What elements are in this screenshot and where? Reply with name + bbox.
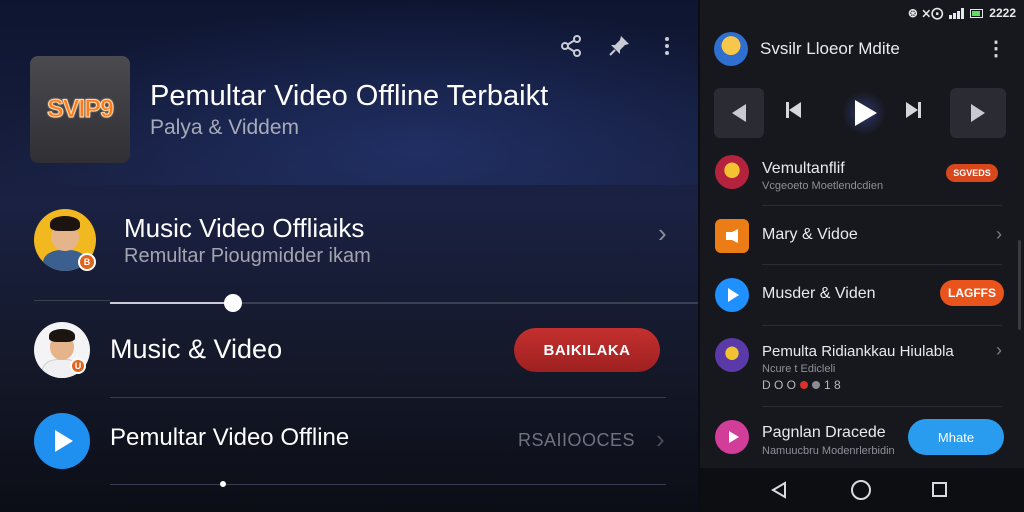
app-icon-label: SVIP9	[47, 95, 115, 124]
screen: SVIP9 Pemultar Video Offline Terbaikt Pa…	[0, 0, 1024, 512]
share-icon[interactable]	[558, 34, 584, 64]
play-button[interactable]	[842, 91, 886, 135]
row-title: Pemultar Video Offline	[110, 424, 350, 451]
progress-slider[interactable]	[110, 294, 698, 312]
meta-text: D O O	[762, 378, 797, 392]
row-title: Music & Video	[110, 334, 283, 364]
battery-icon	[970, 8, 984, 18]
list-item[interactable]: Vemultanflif Vcgeoeto Moetlendcdien SGVE…	[700, 152, 1024, 202]
scrollbar[interactable]	[1018, 240, 1021, 330]
left-panel: SVIP9 Pemultar Video Offline Terbaikt Pa…	[0, 0, 698, 512]
tag-badge[interactable]: SGVEDS	[946, 164, 998, 182]
status-dot	[800, 381, 809, 389]
more-vertical-icon[interactable]	[654, 34, 680, 64]
item-title: Pagnlan Dracede	[762, 424, 886, 441]
list-item[interactable]: B Music Video Offliaiks Remultar Piougmi…	[0, 204, 698, 284]
player-controls	[714, 88, 1006, 138]
page-title: Svsilr Lloeor Mdite	[760, 39, 900, 58]
avatar	[715, 338, 749, 372]
row-title: Music Video Offliaiks	[124, 213, 365, 243]
item-subtitle: Vcgeoeto Moetlendcdien	[762, 180, 884, 192]
list-item[interactable]: Mary & Vidoe ›	[700, 216, 1024, 256]
slider-fill	[110, 302, 234, 304]
play-icon	[715, 278, 749, 312]
chevron-right-icon: ›	[658, 218, 667, 248]
status-badge: U	[70, 358, 86, 374]
divider	[762, 205, 1002, 206]
meta-row: D O O 1 8	[762, 378, 841, 392]
more-vertical-icon[interactable]: ⋮	[986, 36, 1006, 61]
item-title: Pemulta Ridiankkau Hiulabla	[762, 343, 954, 360]
divider	[762, 325, 1002, 326]
meta-text: 1 8	[824, 378, 841, 392]
signal-icon	[949, 7, 965, 19]
skip-next-icon[interactable]	[906, 102, 921, 118]
app-icon: SVIP9	[30, 56, 130, 163]
recents-icon[interactable]	[932, 482, 947, 497]
status-text: RSAIIOOCES	[518, 430, 636, 450]
item-title: Musder & Viden	[762, 285, 876, 302]
action-button[interactable]: Mhate	[908, 419, 1004, 455]
item-subtitle: Namuucbru Modenrlerbidin	[762, 445, 895, 457]
status-badge: B	[78, 253, 96, 271]
chevron-right-icon: ›	[996, 340, 1002, 360]
app-title: Pemultar Video Offline Terbaikt	[150, 80, 549, 112]
divider	[110, 397, 666, 398]
item-title: Mary & Vidoe	[762, 226, 858, 243]
app-subtitle: Palya & Viddem	[150, 116, 300, 139]
nav-bar	[700, 468, 1024, 512]
video-icon	[715, 219, 749, 253]
item-subtitle: Ncure t Edicleli	[762, 363, 836, 375]
list-item[interactable]: Pemulta Ridiankkau Hiulabla Ncure t Edic…	[700, 336, 1024, 396]
divider	[762, 264, 1002, 265]
divider	[762, 406, 1002, 407]
chevron-right-icon: ›	[656, 424, 665, 454]
avatar	[715, 155, 749, 189]
home-icon[interactable]	[851, 480, 871, 500]
divider	[110, 481, 666, 487]
action-button[interactable]: BAIKILAKA	[514, 328, 660, 372]
slider-thumb[interactable]	[224, 294, 243, 312]
fast-forward-button[interactable]	[950, 88, 1006, 138]
play-icon	[715, 420, 749, 454]
position-dot	[220, 481, 226, 487]
chevron-right-icon: ›	[996, 224, 1002, 244]
avatar[interactable]	[714, 32, 748, 66]
status-dot	[812, 381, 821, 389]
list-item[interactable]: Musder & Viden LAGFFS	[700, 276, 1024, 316]
back-icon[interactable]	[770, 481, 788, 499]
divider	[34, 300, 110, 301]
status-bar: ⊛ ⨯⨀ 2222	[908, 6, 1016, 20]
row-subtitle: Remultar Piougmidder ikam	[124, 245, 371, 267]
tag-button[interactable]: LAGFFS	[940, 280, 1004, 306]
right-panel: ⊛ ⨯⨀ 2222 Svsilr Lloeor Mdite ⋮ Vemultan…	[700, 0, 1024, 512]
status-time: 2222	[989, 6, 1016, 20]
play-icon[interactable]	[34, 413, 90, 469]
header-actions	[558, 34, 680, 64]
pin-icon[interactable]	[606, 34, 632, 64]
status-icons: ⊛ ⨯⨀	[907, 6, 944, 20]
item-title: Vemultanflif	[762, 160, 845, 177]
skip-previous-icon[interactable]	[786, 102, 801, 118]
rewind-button[interactable]	[714, 88, 764, 138]
